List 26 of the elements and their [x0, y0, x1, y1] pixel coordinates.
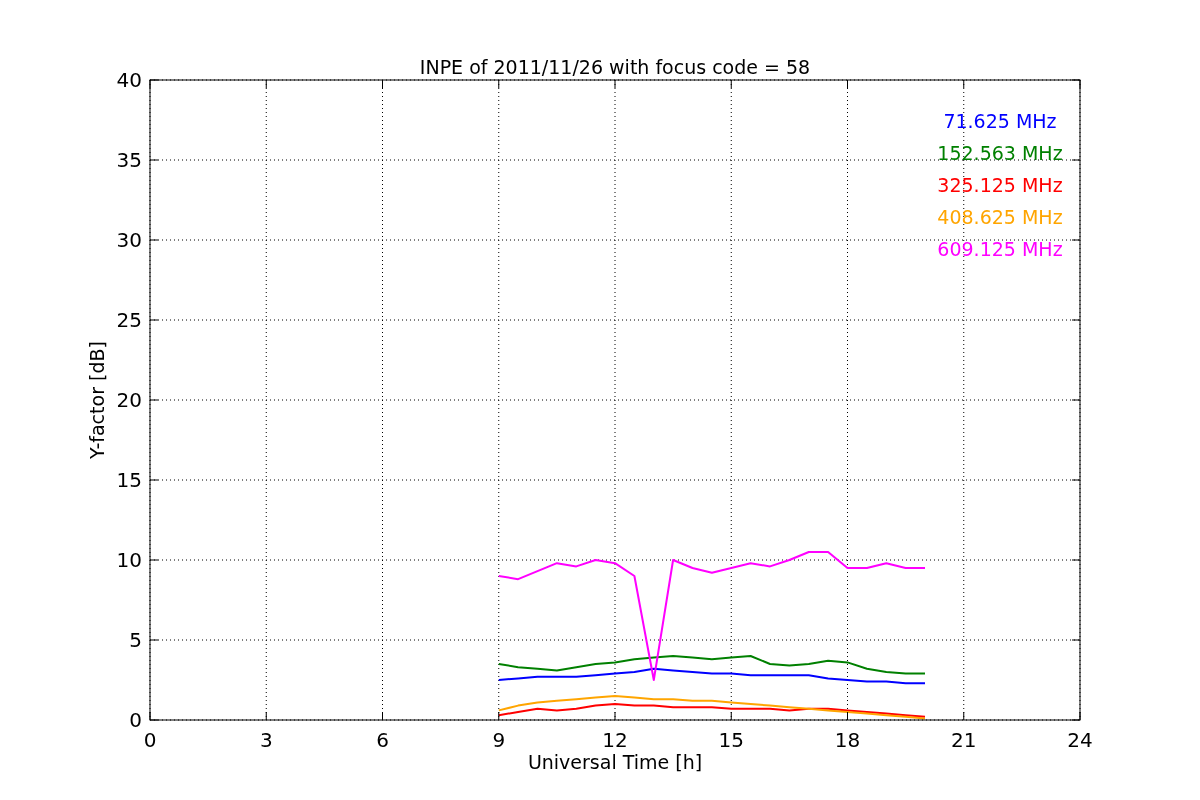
y-tick-label: 15	[116, 468, 142, 492]
legend-label: 325.125 MHz	[937, 174, 1063, 196]
x-tick-label: 3	[259, 728, 273, 752]
x-tick-label: 18	[834, 728, 861, 752]
x-tick-label: 21	[951, 728, 977, 752]
x-tick-label: 6	[376, 728, 389, 752]
y-axis-label: Y-factor [dB]	[86, 341, 108, 459]
x-tick-label: 0	[143, 728, 157, 752]
x-tick-label: 12	[602, 728, 628, 752]
x-axis-label: Universal Time [h]	[527, 751, 703, 773]
y-tick-label: 0	[129, 708, 142, 732]
x-tick-label: 9	[492, 728, 506, 752]
legend-label: 408.625 MHz	[937, 206, 1063, 228]
y-tick-label: 40	[116, 68, 142, 92]
y-tick-label: 5	[129, 628, 142, 652]
chart-title: INPE of 2011/11/26 with focus code = 58	[419, 56, 811, 78]
y-tick-label: 20	[116, 388, 142, 412]
legend-label: 609.125 MHz	[937, 238, 1063, 260]
y-tick-label: 10	[116, 548, 142, 572]
y-tick-label: 35	[116, 148, 142, 172]
x-tick-label: 15	[718, 728, 744, 752]
y-tick-label: 25	[116, 308, 142, 332]
legend-label: 71.625 MHz	[943, 110, 1057, 132]
y-tick-label: 30	[116, 228, 142, 252]
legend-label: 152.563 MHz	[937, 142, 1063, 164]
x-tick-label: 24	[1067, 728, 1093, 752]
